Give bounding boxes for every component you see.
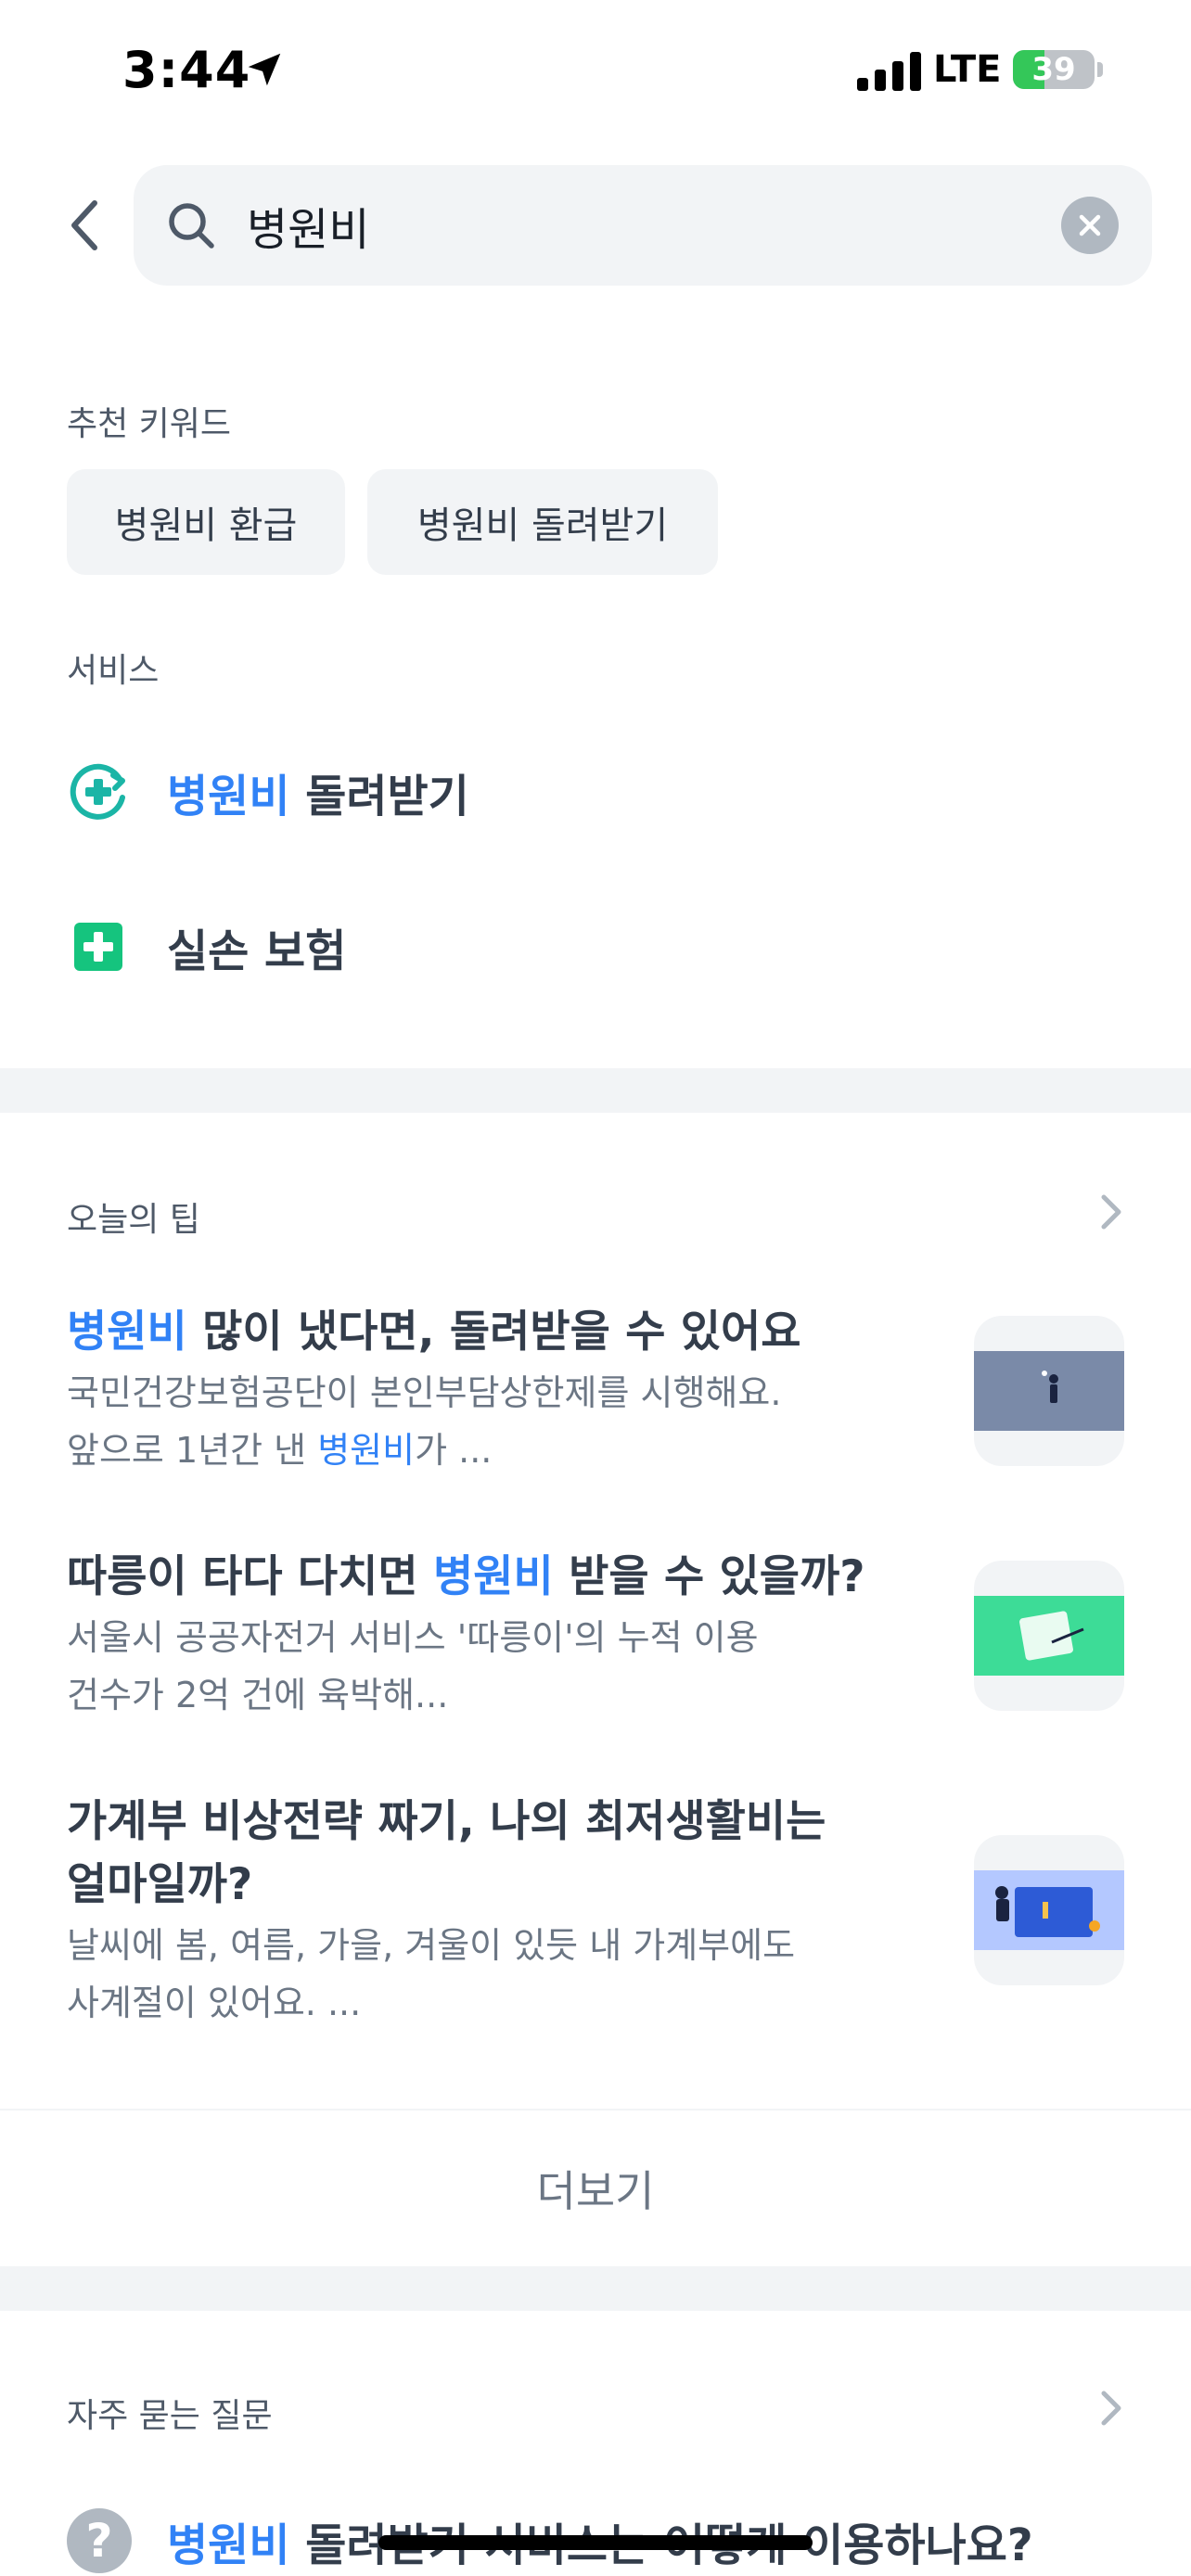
service-item-indemnity-insurance[interactable]: 실손 보험 (67, 896, 1124, 998)
service-highlight: 병원비 (167, 771, 290, 823)
tip-thumbnail (974, 1316, 1124, 1466)
tip-description-line2: 사계절이 있어요. ... (67, 1983, 362, 2023)
thumbnail-image (974, 1596, 1124, 1676)
person-figure-icon (1042, 1371, 1058, 1403)
service-rest: 돌려받기 (289, 771, 469, 823)
search-bar[interactable] (134, 165, 1152, 286)
tip-title-rest: 받을 수 있을까? (553, 1551, 865, 1602)
refund-cross-icon (70, 763, 125, 820)
tip-desc-highlight: 병원비 (317, 1430, 416, 1471)
thumbnail-image (974, 1870, 1124, 1950)
tip-desc-after: 가 ... (415, 1430, 493, 1471)
recommended-keywords-label: 추천 키워드 (67, 405, 232, 443)
tip-thumbnail (974, 1835, 1124, 1985)
chevron-left-icon (71, 200, 97, 250)
tip-description-line2: 앞으로 1년간 낸 병원비가 ... (67, 1422, 902, 1479)
tip-description-line1: 국민건강보험공단이 본인부담상한제를 시행해요. (67, 1372, 782, 1413)
service-item-hospital-refund[interactable]: 병원비 돌려받기 (67, 741, 1124, 843)
tip-description-line1: 날씨에 봄, 여름, 가을, 겨울이 있듯 내 가계부에도 (67, 1925, 796, 1966)
tip-title-line1: 가계부 비상전략 짜기, 나의 최저생활비는 (67, 1796, 826, 1847)
search-icon (169, 203, 214, 249)
clear-search-button[interactable] (1061, 197, 1119, 254)
section-divider (0, 2266, 1191, 2311)
tip-description-line2: 건수가 2억 건에 육박해... (67, 1675, 449, 1715)
tip-item[interactable]: 따릉이 타다 다치면 병원비 받을 수 있을까? 서울시 공공자전거 서비스 '… (67, 1546, 1124, 1731)
todays-tips-label: 오늘의 팁 (67, 1201, 200, 1239)
status-time: 3:44 (122, 41, 251, 99)
tip-title-highlight: 병원비 (67, 1307, 187, 1358)
service-label: 실손 보험 (167, 925, 347, 977)
tip-title-line2: 얼마일까? (67, 1859, 253, 1910)
faq-highlight: 병원비 (167, 2519, 290, 2571)
thumbnail-image (974, 1351, 1124, 1431)
faq-chevron-right-icon[interactable] (1095, 2388, 1128, 2429)
tip-title-before: 따릉이 타다 다치면 (67, 1551, 434, 1602)
tips-chevron-right-icon[interactable] (1095, 1192, 1128, 1232)
battery-cap (1097, 62, 1103, 77)
clear-circle-icon (1079, 214, 1101, 236)
keyword-chip-get-back[interactable]: 병원비 돌려받기 (367, 469, 718, 575)
battery-percent: 39 (1031, 51, 1076, 88)
tip-title-rest: 많이 냈다면, 돌려받을 수 있어요 (186, 1307, 801, 1358)
more-button[interactable]: 더보기 (0, 2109, 1191, 2266)
tip-item[interactable]: 가계부 비상전략 짜기, 나의 최저생활비는 얼마일까? 날씨에 봄, 여름, … (67, 1791, 1124, 2032)
faq-label: 자주 묻는 질문 (67, 2397, 273, 2435)
location-arrow-icon (248, 53, 281, 86)
keyword-chip-refund[interactable]: 병원비 환급 (67, 469, 345, 575)
tip-thumbnail (974, 1561, 1124, 1711)
tip-description-line1: 서울시 공공자전거 서비스 '따릉이'의 누적 이용 (67, 1617, 759, 1658)
tip-title: 병원비 많이 냈다면, 돌려받을 수 있어요 (67, 1301, 902, 1364)
status-bar: 3:44 LTE 39 (0, 0, 1191, 139)
home-indicator[interactable] (378, 2535, 813, 2550)
tip-title: 따릉이 타다 다치면 병원비 받을 수 있을까? (67, 1546, 902, 1609)
section-divider (0, 1068, 1191, 1113)
network-type: LTE (933, 48, 1002, 91)
tip-title-highlight: 병원비 (433, 1551, 554, 1602)
service-label: 병원비 돌려받기 (167, 759, 469, 824)
services-label: 서비스 (67, 652, 160, 690)
search-input[interactable] (247, 193, 989, 258)
question-mark-icon: ? (67, 2508, 132, 2573)
person-pushing-box-icon (995, 1886, 1100, 1937)
back-button[interactable] (58, 193, 109, 258)
tip-desc-before: 앞으로 1년간 낸 (67, 1430, 318, 1471)
document-pen-icon (1019, 1611, 1084, 1661)
battery-charging-icon: 39 (1013, 50, 1095, 89)
tip-item[interactable]: 병원비 많이 냈다면, 돌려받을 수 있어요 국민건강보험공단이 본인부담상한제… (67, 1301, 1124, 1486)
signal-bars-icon (857, 52, 921, 91)
green-cross-icon (74, 923, 122, 971)
